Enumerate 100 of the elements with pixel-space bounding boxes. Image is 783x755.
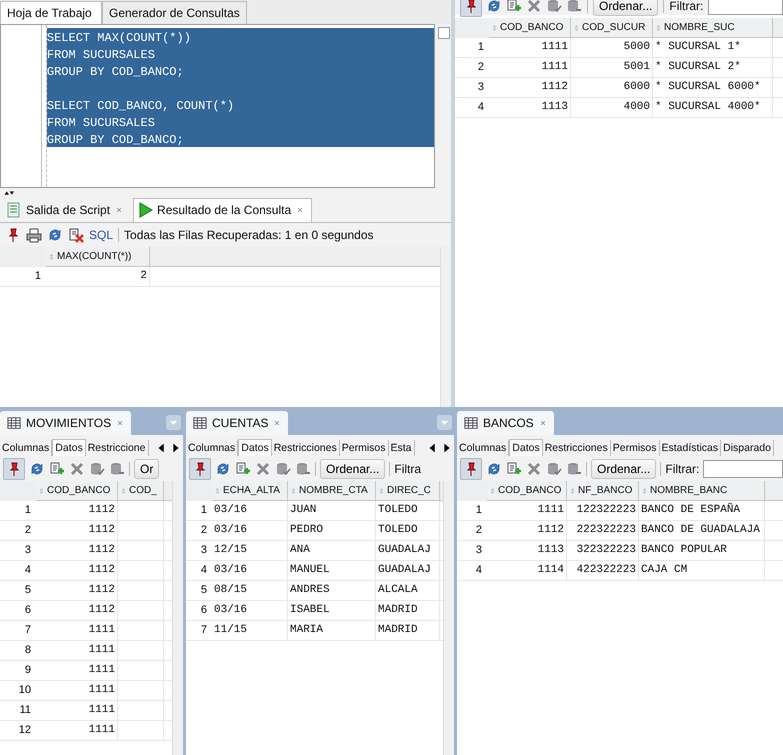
column-header[interactable]: NF_BANCO xyxy=(567,481,639,501)
column-header[interactable]: ECHA_ALTA xyxy=(212,481,288,501)
commit-icon[interactable] xyxy=(546,460,562,476)
table-cell: 1111 xyxy=(489,38,571,57)
row-number: 7 xyxy=(24,623,32,638)
result-tab[interactable]: Resultado de la Consulta xyxy=(133,198,312,222)
scrollbar[interactable] xyxy=(443,481,454,755)
table-cell: 4000 xyxy=(571,98,653,117)
table-cell: 1111 xyxy=(36,641,118,660)
table-cell: 12/15 xyxy=(212,541,288,560)
table-cell: 1113 xyxy=(489,98,571,117)
refresh-icon[interactable] xyxy=(47,227,63,243)
column-header[interactable]: COD_BANCO xyxy=(487,481,567,501)
delete-icon[interactable] xyxy=(526,460,542,476)
refresh-icon[interactable] xyxy=(215,460,231,476)
add-row-icon[interactable] xyxy=(49,460,65,476)
code-line: FROM SUCURSALES xyxy=(46,115,156,132)
table-cell: MANUEL xyxy=(288,561,376,580)
add-row-icon[interactable] xyxy=(506,0,522,14)
code-line: SELECT COD_BANCO, COUNT(*) xyxy=(46,98,236,115)
rollback-icon[interactable] xyxy=(566,460,582,476)
commit-icon[interactable] xyxy=(546,0,562,14)
column-header[interactable]: COD_ xyxy=(118,481,164,501)
column-header[interactable]: COD_BANCO xyxy=(36,481,118,501)
filter-label: Filtrar: xyxy=(669,0,704,13)
sub-tab[interactable]: Datos xyxy=(509,439,543,456)
column-header[interactable]: COD_BANCO xyxy=(489,18,571,38)
table-cell: 5000 xyxy=(571,38,653,57)
table-cell: * SUCURSAL 1* xyxy=(653,38,773,57)
table-cell: 03/16 xyxy=(212,561,288,580)
row-number: 1 xyxy=(34,269,42,284)
add-row-icon[interactable] xyxy=(235,460,251,476)
column-header[interactable]: DIREC_C xyxy=(376,481,440,501)
worksheet-tab[interactable]: Hoja de Trabajo xyxy=(0,1,102,24)
commit-icon[interactable] xyxy=(89,460,105,476)
scrollbar[interactable] xyxy=(172,481,183,755)
refresh-icon[interactable] xyxy=(486,0,502,14)
scrollbar[interactable] xyxy=(440,247,451,407)
row-number: 1 xyxy=(476,40,485,55)
table-cell: 1112 xyxy=(489,78,571,97)
table-cell: TOLEDO xyxy=(376,521,440,540)
table-cell: 1112 xyxy=(36,541,118,560)
sort-button[interactable]: Ordenar... xyxy=(320,458,386,478)
sort-button[interactable]: Ordenar... xyxy=(591,458,656,478)
row-number: 6 xyxy=(24,603,32,618)
rollback-icon[interactable] xyxy=(566,0,582,14)
filter-label: Filtrar: xyxy=(665,462,700,476)
table-cell: 1112 xyxy=(36,601,118,620)
sort-button[interactable]: Ordenar... xyxy=(593,0,658,16)
table-cell: 5001 xyxy=(571,58,653,77)
sql-link[interactable]: SQL xyxy=(89,228,114,242)
row-number: 5 xyxy=(200,583,208,598)
rollback-icon[interactable] xyxy=(109,460,125,476)
column-header[interactable]: NOMBRE_SUC xyxy=(653,18,773,38)
add-row-icon[interactable] xyxy=(506,460,522,476)
refresh-icon[interactable] xyxy=(29,460,45,476)
table-cell: 322322223 xyxy=(567,541,639,560)
table-cell: BANCO DE GUADALAJA xyxy=(639,521,765,540)
column-header[interactable]: NOMBRE_CTA xyxy=(288,481,376,501)
sub-tab[interactable]: Datos xyxy=(52,439,86,456)
table-icon xyxy=(6,416,22,430)
column-header[interactable]: NOMBRE_BANC xyxy=(639,481,765,501)
table-cell: PEDRO xyxy=(288,521,376,540)
table-cell: 1111 xyxy=(36,621,118,640)
commit-icon[interactable] xyxy=(275,460,291,476)
table-cell: 1113 xyxy=(487,541,567,560)
filter-field[interactable] xyxy=(708,0,783,15)
script-icon[interactable] xyxy=(6,202,22,218)
print-icon[interactable] xyxy=(26,227,42,243)
tab-label: Salida de Script xyxy=(26,203,110,217)
run-icon[interactable] xyxy=(137,202,154,218)
refresh-icon[interactable] xyxy=(486,460,502,476)
column-header[interactable]: COD_SUCUR xyxy=(571,18,653,38)
table-tab[interactable]: CUENTAS xyxy=(186,411,288,435)
row-number: 4 xyxy=(200,563,208,578)
delete-icon[interactable] xyxy=(255,460,271,476)
result-tab[interactable]: Salida de Script xyxy=(2,198,132,222)
table-cell: BANCO DE ESPAÑA xyxy=(639,501,765,520)
column-header[interactable]: MAX(COUNT(*)) xyxy=(46,247,150,267)
tab-label: Resultado de la Consulta xyxy=(157,203,292,217)
table-cell: ISABEL xyxy=(288,601,376,620)
delete-icon[interactable] xyxy=(526,0,542,14)
table-tab[interactable]: MOVIMIENTOS xyxy=(0,411,132,435)
row-number: 3 xyxy=(200,543,208,558)
table-cell: 222322223 xyxy=(567,521,639,540)
table-cell: ALCALA xyxy=(376,581,440,600)
filter-field[interactable] xyxy=(703,460,783,478)
rollback-icon[interactable] xyxy=(295,460,311,476)
row-number: 12 xyxy=(18,723,32,738)
status-text: Todas las Filas Recuperadas: 1 en 0 segundos xyxy=(124,228,374,242)
sub-tab[interactable]: Datos xyxy=(238,439,272,456)
delete-icon[interactable] xyxy=(69,460,85,476)
row-number: 11 xyxy=(18,703,32,718)
table-tab[interactable]: BANCOS xyxy=(457,411,554,435)
clear-icon[interactable] xyxy=(68,227,84,243)
worksheet-tab[interactable]: Generador de Consultas xyxy=(102,1,247,24)
table-cell: 1112 xyxy=(36,561,118,580)
row-number: 1 xyxy=(474,503,483,518)
sort-button[interactable]: Or xyxy=(134,458,160,478)
row-number: 5 xyxy=(24,583,32,598)
